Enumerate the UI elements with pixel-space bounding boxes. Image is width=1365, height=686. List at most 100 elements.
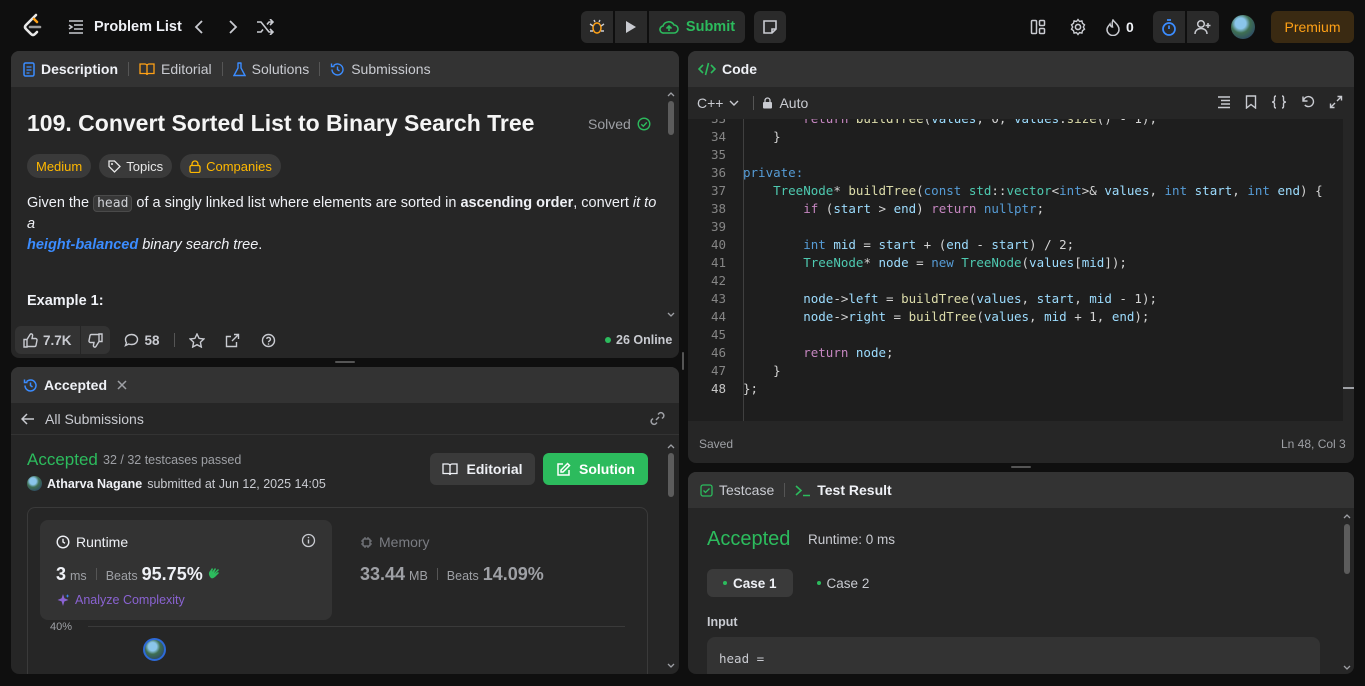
tab-divider — [128, 62, 130, 76]
run-controls: Submit — [581, 11, 745, 43]
notes-button[interactable] — [754, 11, 786, 43]
next-problem-button[interactable] — [224, 17, 242, 37]
code-editor[interactable]: 33 return buildTree(values, 0, values.si… — [688, 119, 1343, 421]
submission-scrollbar[interactable] — [668, 453, 674, 497]
prev-problem-button[interactable] — [190, 17, 208, 37]
result-scrollbar[interactable] — [1344, 524, 1350, 574]
tab-accepted[interactable]: Accepted — [23, 377, 107, 393]
tab-description[interactable]: Description — [23, 61, 118, 77]
tab-case-2[interactable]: Case 2 — [801, 569, 886, 597]
footer-divider — [173, 333, 175, 347]
tab-solutions[interactable]: Solutions — [232, 61, 309, 77]
add-user-icon — [1194, 19, 1211, 35]
height-balanced-link[interactable]: height-balanced — [27, 237, 138, 253]
editorial-button[interactable]: Editorial — [430, 453, 535, 485]
tab-divider — [319, 62, 321, 76]
code-line: 45 — [710, 327, 726, 342]
scroll-down-icon[interactable] — [1343, 665, 1351, 671]
analyze-complexity-button[interactable]: Analyze Complexity — [56, 593, 185, 607]
submitter-avatar[interactable] — [27, 476, 42, 491]
problem-tags: Medium Topics Companies — [27, 154, 281, 178]
description-scrollbar[interactable] — [668, 101, 674, 135]
link-icon[interactable] — [649, 410, 666, 427]
companies-button[interactable]: Companies — [180, 154, 281, 178]
expand-icon[interactable] — [1329, 95, 1343, 109]
tab-code[interactable]: Code — [698, 61, 757, 77]
comments-button[interactable]: 58 — [123, 333, 160, 348]
run-button[interactable] — [615, 11, 647, 43]
problem-list-label: Problem List — [94, 19, 182, 35]
arrow-left-icon[interactable] — [21, 412, 35, 425]
saved-status: Saved — [699, 437, 734, 451]
clap-icon — [208, 568, 219, 579]
code-resize-handle[interactable] — [1011, 466, 1031, 468]
streak-counter[interactable]: 0 — [1106, 16, 1134, 38]
submitter-name[interactable]: Atharva Nagane — [47, 477, 142, 491]
format-icon[interactable] — [1217, 95, 1231, 109]
submit-button[interactable]: Submit — [649, 11, 745, 43]
code-line: 35 — [710, 147, 726, 162]
tab-submissions[interactable]: Submissions — [330, 61, 431, 77]
case-pass-dot — [816, 581, 821, 585]
star-icon[interactable] — [188, 332, 205, 348]
timer-button[interactable] — [1153, 11, 1185, 43]
code-icon — [698, 62, 716, 76]
tab-editorial[interactable]: Editorial — [139, 61, 212, 77]
difficulty-badge: Medium — [27, 154, 92, 178]
debug-button[interactable] — [581, 11, 613, 43]
topics-button[interactable]: Topics — [99, 154, 173, 178]
test-result-panel: Testcase Test Result Accepted Runtime: 0… — [688, 472, 1354, 674]
check-circle-icon — [637, 117, 651, 131]
layout-button[interactable] — [1028, 17, 1048, 37]
cloud-upload-icon — [659, 21, 679, 34]
code-line: 39 — [710, 219, 726, 234]
tab-testcase[interactable]: Testcase — [700, 482, 774, 498]
language-select[interactable]: C++ — [697, 95, 739, 111]
info-icon[interactable] — [301, 533, 316, 548]
chart-user-marker[interactable] — [143, 638, 166, 661]
post-solution-button[interactable]: Solution — [543, 453, 648, 485]
like-button[interactable]: 7.7K — [15, 326, 80, 354]
vertical-resize-handle[interactable] — [335, 361, 355, 363]
submitter-info: Atharva Nagane submitted at Jun 12, 2025… — [27, 476, 326, 491]
inline-code: head — [93, 195, 133, 212]
chip-icon — [361, 536, 372, 548]
code-scrollbar[interactable] — [1343, 119, 1354, 421]
scroll-down-icon[interactable] — [667, 312, 675, 318]
horizontal-resize-handle[interactable] — [682, 352, 684, 370]
settings-button[interactable] — [1068, 17, 1088, 37]
layout-grid-icon — [1030, 19, 1046, 35]
tab-case-1[interactable]: Case 1 — [707, 569, 793, 597]
braces-icon[interactable] — [1271, 95, 1287, 109]
auto-mode-toggle[interactable]: Auto — [762, 95, 808, 111]
memory-label[interactable]: Memory — [360, 534, 430, 550]
random-problem-button[interactable] — [255, 17, 275, 37]
close-icon[interactable] — [117, 380, 127, 390]
testcases-passed: 32 / 32 testcases passed — [103, 453, 242, 467]
premium-label: Premium — [1284, 19, 1341, 35]
leetcode-logo-icon[interactable] — [20, 13, 46, 39]
scroll-down-icon[interactable] — [667, 663, 675, 669]
reset-icon[interactable] — [1301, 95, 1315, 109]
user-avatar[interactable] — [1231, 15, 1255, 39]
chart-y-tick: 40% — [50, 621, 73, 633]
timer-group — [1153, 11, 1219, 43]
all-submissions-link[interactable]: All Submissions — [45, 411, 144, 427]
code-line: 36 private: — [710, 165, 804, 180]
premium-button[interactable]: Premium — [1271, 11, 1354, 43]
scroll-up-icon[interactable] — [1343, 513, 1351, 519]
code-line: 34 } — [710, 129, 781, 144]
result-status: Accepted — [707, 528, 791, 550]
history-icon — [331, 62, 344, 76]
dislike-button[interactable] — [79, 326, 110, 354]
scroll-up-icon[interactable] — [667, 91, 675, 97]
scroll-up-icon[interactable] — [667, 443, 675, 449]
bookmark-icon[interactable] — [1245, 95, 1257, 109]
help-icon[interactable] — [261, 333, 276, 348]
share-icon[interactable] — [225, 333, 240, 348]
problem-list-button[interactable]: Problem List — [68, 16, 182, 38]
runtime-box[interactable]: Runtime 3 ms Beats 95.75% Analyze Comple… — [40, 520, 332, 620]
code-line: 40 int mid = start + (end - start) / 2; — [710, 237, 1075, 252]
invite-user-button[interactable] — [1187, 11, 1219, 43]
tab-test-result[interactable]: Test Result — [795, 482, 892, 498]
